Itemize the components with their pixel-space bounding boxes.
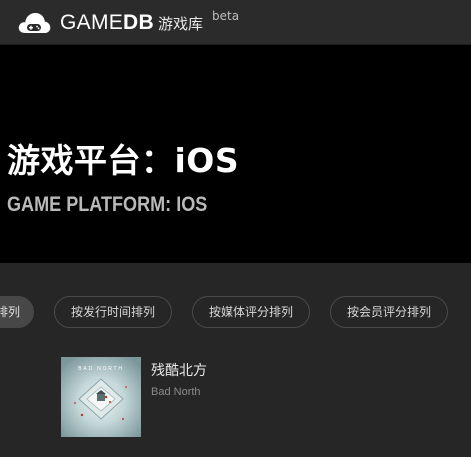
logo-text-bold: DB <box>123 11 154 34</box>
top-navigation: GAMEDB 游戏库 beta <box>0 0 471 45</box>
page-title: 游戏平台：iOS <box>7 141 240 180</box>
sort-button-default[interactable]: 排列 <box>0 296 34 328</box>
page: GAMEDB 游戏库 beta 游戏平台：iOS GAME PLATFORM: … <box>0 0 471 457</box>
hero-banner: 游戏平台：iOS GAME PLATFORM: IOS <box>0 45 471 263</box>
logo-wordmark[interactable]: GAMEDB <box>60 10 154 36</box>
game-title-cn[interactable]: 残酷北方 <box>151 361 207 381</box>
sort-button-release-date[interactable]: 按发行时间排列 <box>54 296 172 328</box>
sort-button-media-score[interactable]: 按媒体评分排列 <box>192 296 310 328</box>
game-title-en: Bad North <box>151 386 201 398</box>
cloud-gamepad-icon[interactable] <box>17 11 51 35</box>
game-list-item[interactable]: BAD NORTH 残酷北方 Bad North <box>61 357 441 439</box>
game-thumbnail[interactable]: BAD NORTH <box>61 357 141 437</box>
sort-button-member-score[interactable]: 按会员评分排列 <box>330 296 448 328</box>
page-subtitle: GAME PLATFORM: IOS <box>7 193 208 216</box>
beta-badge: beta <box>212 9 240 23</box>
game-cover-caption: BAD NORTH <box>78 366 124 372</box>
logo-chinese-label[interactable]: 游戏库 <box>158 14 203 34</box>
logo-text-light: GAME <box>60 11 124 34</box>
sort-bar: 排列 按发行时间排列 按媒体评分排列 按会员评分排列 <box>0 296 471 330</box>
